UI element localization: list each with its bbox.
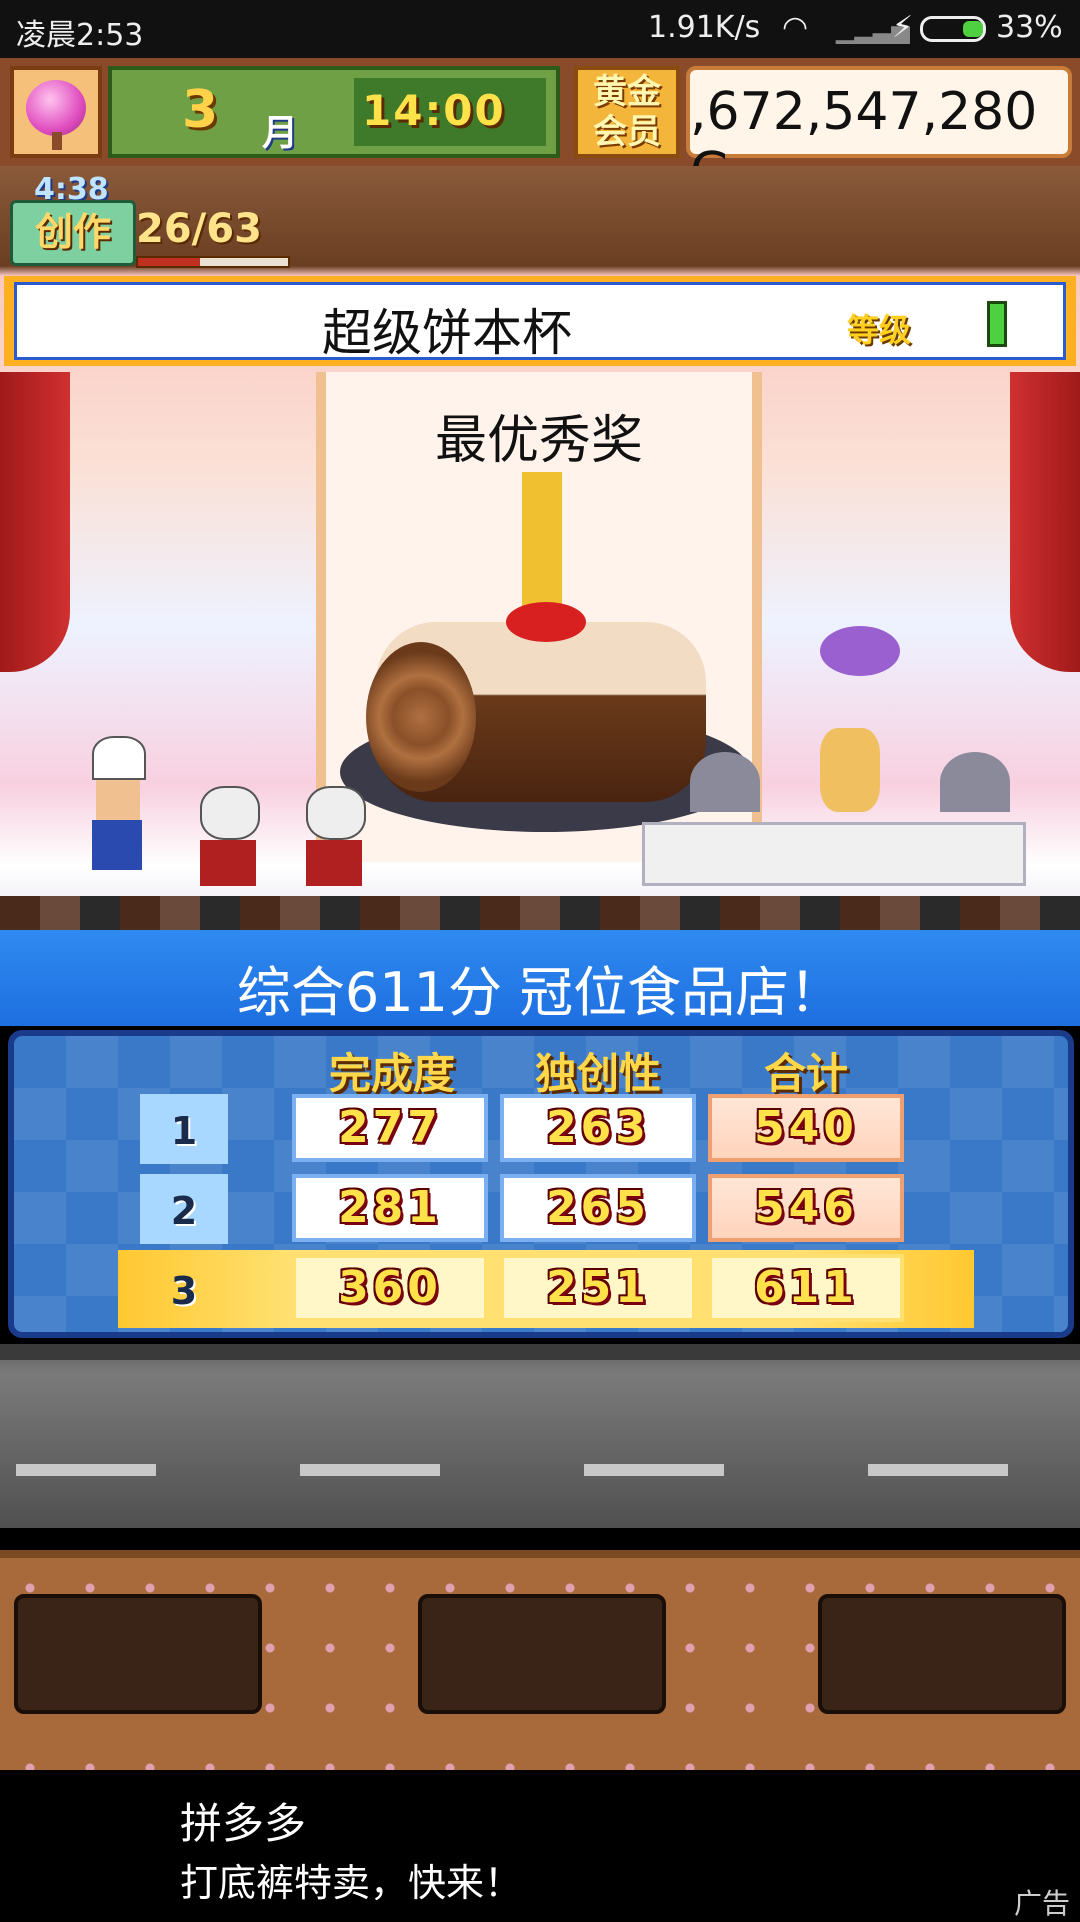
shop-slot-2[interactable]	[418, 1594, 666, 1714]
clock-time: 14:00	[362, 86, 506, 135]
score-total: 611	[708, 1254, 904, 1322]
network-speed: 1.91K/s	[648, 10, 761, 45]
judge-character-2	[306, 786, 366, 886]
ad-banner[interactable]: 拼多多 打底裤特卖，快来！ 广告	[0, 1770, 1080, 1920]
wifi-icon: ◠	[782, 10, 809, 45]
cloche-icon	[690, 752, 760, 812]
score-originality: 265	[500, 1174, 696, 1242]
game-scene: 4:38 创作 26/63 超级饼本杯 等级 最优秀奖	[0, 166, 1080, 930]
shop-slot-1[interactable]	[14, 1594, 262, 1714]
strawberry-icon	[506, 602, 586, 642]
membership-badge[interactable]: 黄金会员	[574, 66, 680, 158]
score-completion: 277	[292, 1094, 488, 1162]
column-header-completion: 完成度	[328, 1049, 455, 1098]
date-panel[interactable]: 3 月 14:00	[108, 66, 560, 158]
cake-swirl-icon	[366, 642, 476, 792]
contest-rank-label: 等级	[847, 311, 912, 349]
clock-box: 14:00	[354, 78, 546, 146]
score-total: 546	[708, 1174, 904, 1242]
table-row-rank: 3	[170, 1269, 198, 1313]
judge-character-1	[200, 786, 260, 886]
road	[0, 1344, 1080, 1528]
cloche-icon	[940, 752, 1010, 812]
score-originality: 263	[500, 1094, 696, 1162]
shop-slot-3[interactable]	[818, 1594, 1066, 1714]
creation-status[interactable]: 4:38 创作 26/63	[10, 172, 290, 268]
ad-badge: 广告	[1013, 1887, 1070, 1920]
top-hud: 3 月 14:00 黄金会员 ,672,547,280 G	[0, 58, 1080, 202]
charging-icon: ⚡	[892, 10, 914, 45]
month-label: 月	[262, 113, 299, 154]
battery-icon	[920, 16, 986, 42]
planet-icon	[820, 626, 900, 676]
curtain-left	[0, 372, 70, 672]
score-table: 完成度 独创性 合计 1 277 263 540 2 281 265 546 3…	[8, 1030, 1074, 1338]
lane-marking	[868, 1464, 1008, 1476]
month-number: 3	[182, 80, 219, 140]
tree-icon	[26, 80, 86, 136]
rank-bar-icon	[987, 301, 1007, 347]
shop-strip	[0, 1528, 1080, 1770]
score-originality: 251	[500, 1254, 696, 1322]
audience-row	[0, 896, 1080, 930]
judge-girl-character	[820, 728, 880, 812]
score-total: 540	[708, 1094, 904, 1162]
ad-title: 拼多多	[180, 1799, 307, 1848]
gold-display: ,672,547,280 G	[686, 66, 1072, 202]
score-completion: 360	[292, 1254, 488, 1322]
curtain-right	[1010, 372, 1080, 672]
lane-marking	[300, 1464, 440, 1476]
score-completion: 281	[292, 1174, 488, 1242]
contest-banner: 超级饼本杯 等级	[4, 276, 1076, 366]
creation-progress-fill	[138, 258, 200, 266]
contest-name: 超级饼本杯	[322, 304, 572, 362]
column-header-originality: 独创性	[534, 1049, 661, 1098]
table-row-rank: 1	[140, 1094, 228, 1164]
table-row-rank: 2	[140, 1174, 228, 1244]
judge-table	[642, 822, 1026, 886]
status-bar: 凌晨2:53 1.91K/s ◠ ▁▂▃▅ ⚡ 33%	[0, 0, 1080, 58]
result-summary: 综合611分 冠位食品店！	[236, 961, 844, 1024]
battery-percent: 33%	[996, 10, 1063, 45]
column-header-total: 合计	[763, 1049, 848, 1098]
lane-marking	[584, 1464, 724, 1476]
result-banner: 综合611分 冠位食品店！	[0, 930, 1080, 1026]
creation-count: 26/63	[136, 206, 262, 252]
chef-character	[92, 736, 148, 876]
award-title: 最优秀奖	[434, 411, 643, 471]
lane-marking	[16, 1464, 156, 1476]
ad-text: 打底裤特卖，快来！	[180, 1861, 523, 1905]
shop-avatar-button[interactable]	[10, 66, 102, 158]
status-time: 凌晨2:53	[16, 18, 144, 53]
creation-progress-bar	[136, 256, 290, 268]
creation-label: 创作	[10, 200, 136, 266]
shop-wall	[0, 1550, 1080, 1770]
